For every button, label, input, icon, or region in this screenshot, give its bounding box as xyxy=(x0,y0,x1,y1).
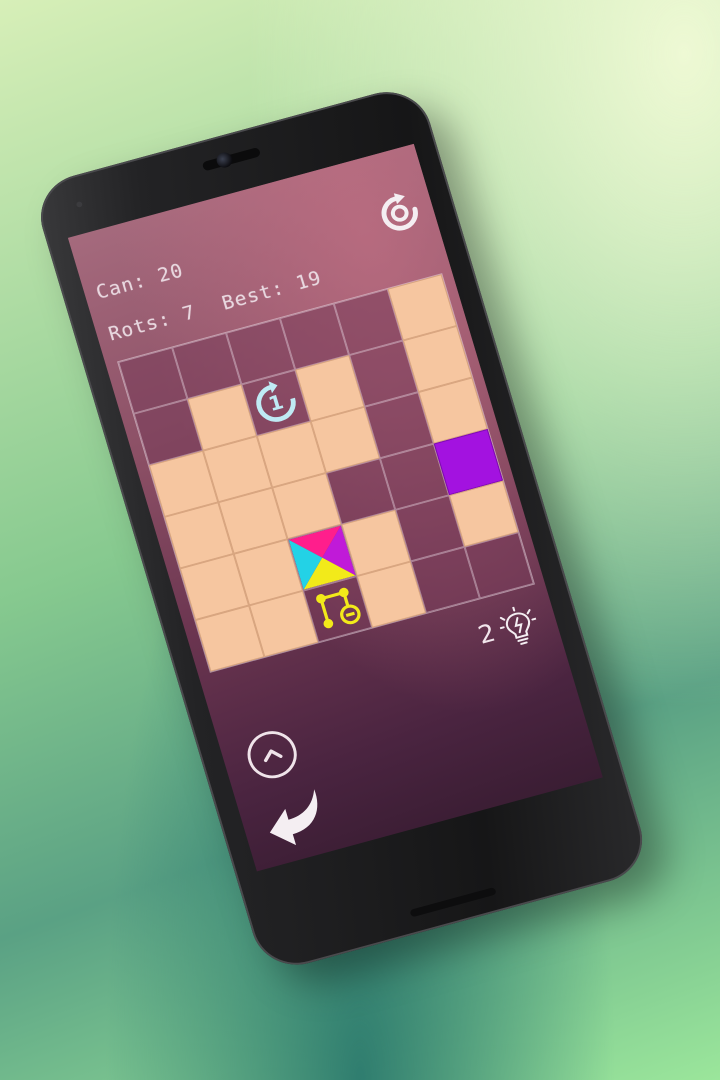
up-button[interactable] xyxy=(241,725,303,784)
best-score: Best: 19 xyxy=(219,266,324,315)
can-counter: Can: 20 xyxy=(93,258,186,303)
restart-icon xyxy=(381,193,418,231)
rotations-counter: Rots: 7 xyxy=(106,300,199,345)
chevron-up-icon xyxy=(263,749,283,763)
rots-label: Rots: xyxy=(105,306,174,346)
phone-device: Can: 20 Rots: 7 Best: 19 1 2 xyxy=(0,0,720,977)
phone-body: Can: 20 Rots: 7 Best: 19 1 2 xyxy=(30,82,653,975)
can-label: Can: xyxy=(93,268,150,304)
rotate-count: 1 xyxy=(266,390,286,416)
back-arrow-icon xyxy=(269,789,318,846)
phone-sensor xyxy=(75,200,84,208)
rots-value: 7 xyxy=(179,300,199,326)
back-button[interactable] xyxy=(255,785,336,854)
lightbulb-icon xyxy=(498,606,537,646)
restart-button[interactable] xyxy=(373,188,426,239)
game-board: 1 xyxy=(117,273,536,673)
hint-count: 2 xyxy=(475,618,499,651)
game-screen: Can: 20 Rots: 7 Best: 19 1 2 xyxy=(67,143,603,872)
hint-button[interactable]: 2 xyxy=(473,601,542,656)
best-value: 19 xyxy=(293,265,325,295)
phone-speaker xyxy=(409,886,497,918)
can-value: 20 xyxy=(154,258,187,287)
best-label: Best: xyxy=(219,275,288,315)
